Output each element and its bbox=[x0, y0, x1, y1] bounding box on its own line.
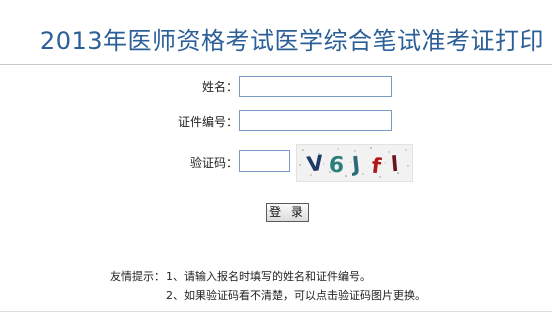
name-label: 姓名： bbox=[201, 80, 238, 94]
print-admission-page: 2013年医师资格考试医学综合笔试准考证打印 姓名： 证件编号： 验证码： V … bbox=[0, 0, 552, 314]
id-number-label: 证件编号： bbox=[177, 115, 238, 129]
tips-line-2: 2、如果验证码看不清楚，可以点击验证码图片更换。 bbox=[166, 289, 426, 302]
title-divider bbox=[0, 64, 552, 65]
captcha-image[interactable]: V 6 J f l bbox=[296, 144, 413, 182]
name-input[interactable] bbox=[239, 76, 392, 97]
captcha-graphic: V 6 J f l bbox=[297, 145, 412, 181]
bottom-divider bbox=[0, 311, 552, 312]
tips-prefix: 友情提示： bbox=[110, 270, 165, 283]
captcha-label: 验证码： bbox=[189, 156, 238, 170]
tips-line-1: 1、请输入报名时填写的姓名和证件编号。 bbox=[166, 270, 371, 283]
captcha-char-2: 6 bbox=[328, 153, 345, 179]
id-number-input[interactable] bbox=[239, 110, 392, 131]
login-button[interactable]: 登 录 bbox=[266, 203, 309, 222]
page-title: 2013年医师资格考试医学综合笔试准考证打印 bbox=[39, 27, 544, 55]
captcha-input[interactable] bbox=[239, 150, 290, 172]
